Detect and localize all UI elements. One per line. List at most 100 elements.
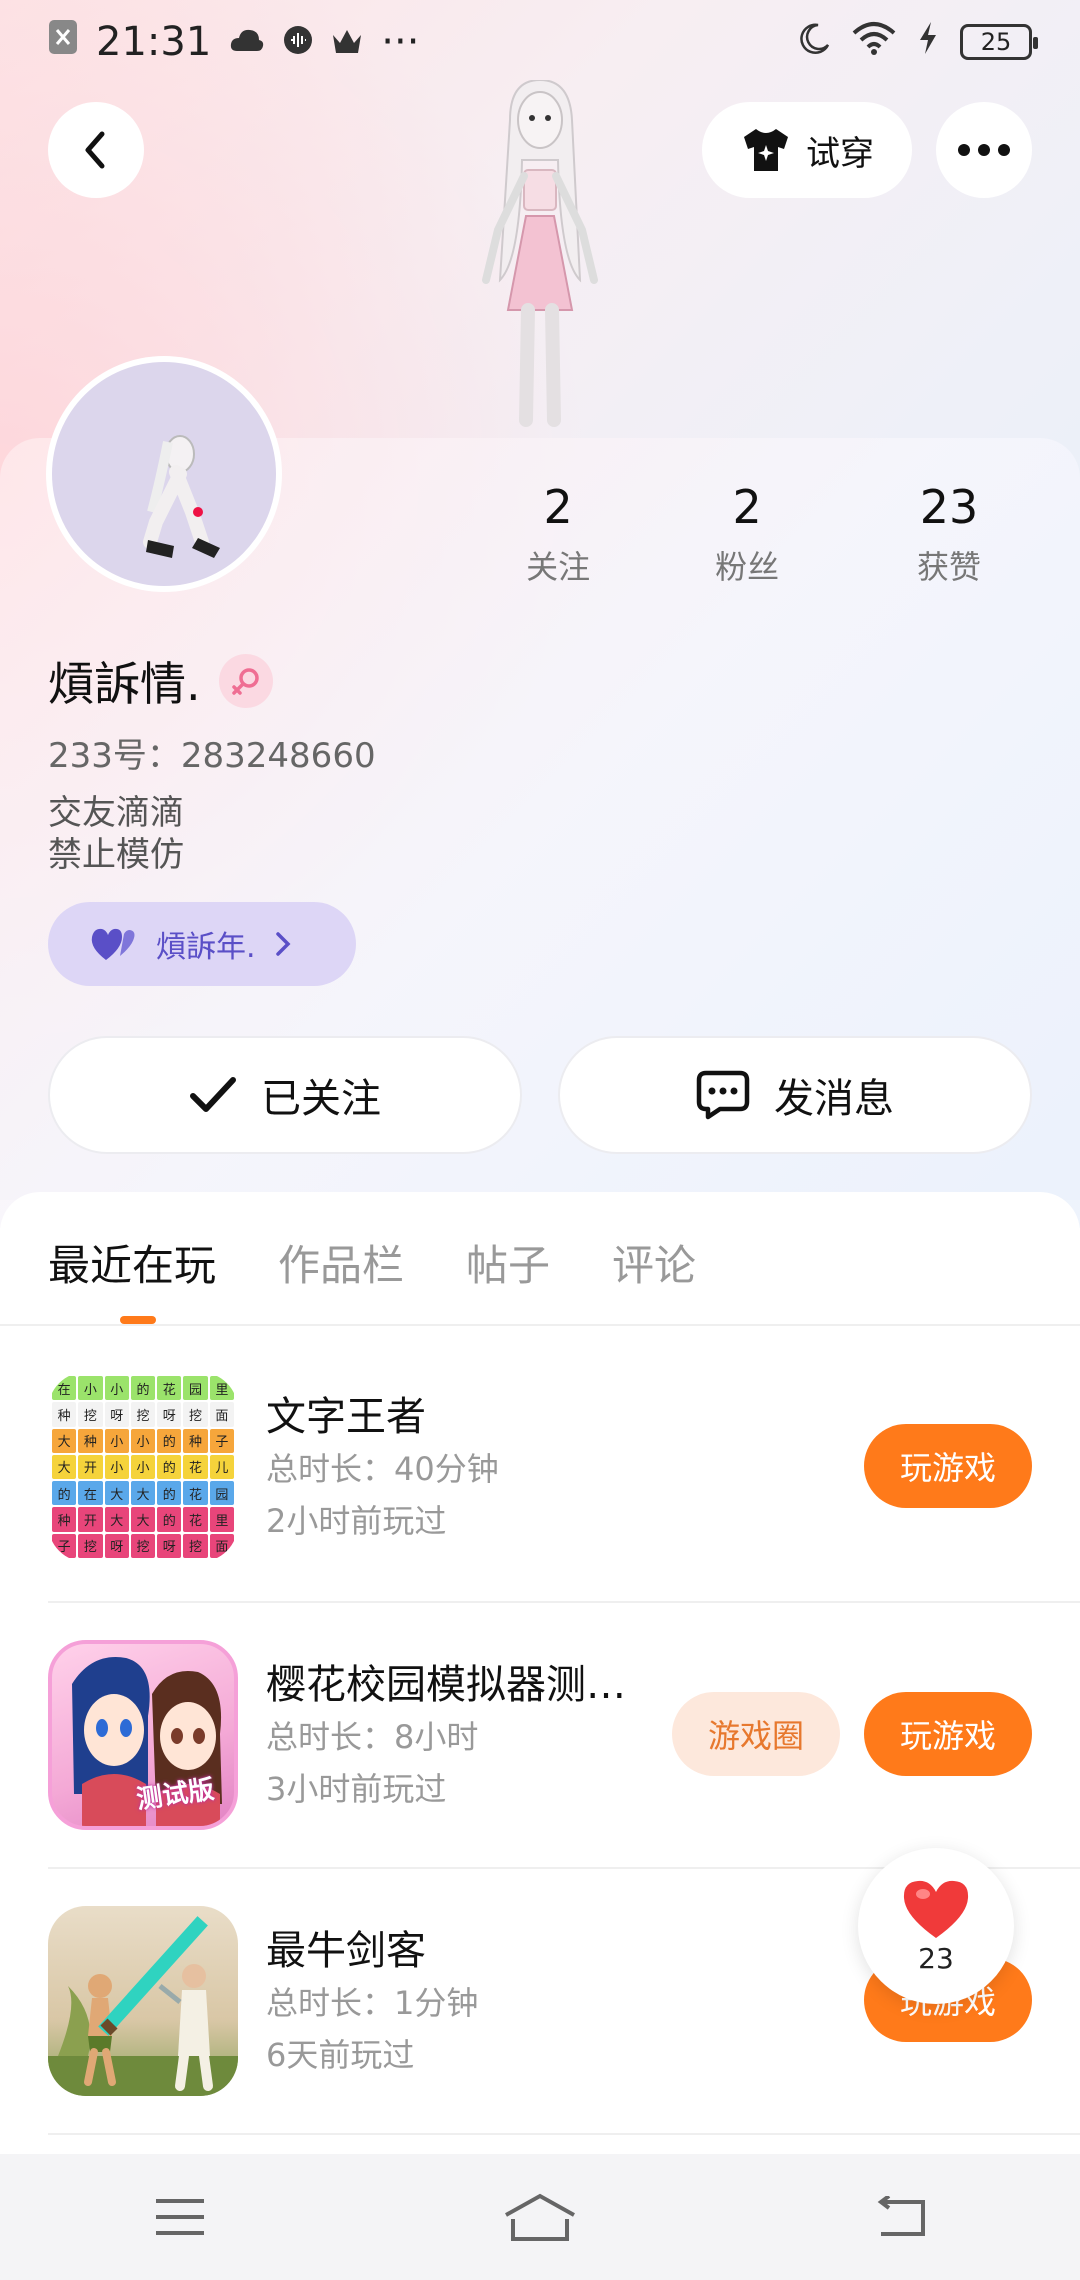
bio-line: 禁止模仿 xyxy=(48,835,184,875)
more-dots-icon xyxy=(958,144,1010,156)
word-grid-cell: 挖 xyxy=(78,1402,103,1427)
word-grid-cell: 呀 xyxy=(157,1533,182,1558)
game-title: 樱花校园模拟器测… xyxy=(266,1662,626,1708)
user-bio: 交友滴滴 禁止模仿 xyxy=(48,792,184,876)
stat-following-value: 2 xyxy=(543,480,573,534)
back-button[interactable] xyxy=(48,102,144,198)
game-list-item[interactable]: 在小小的花园里种挖呀挖呀挖面大种小小的种子大开小小的花儿的在大大的花园种开大大的… xyxy=(48,1372,1032,1572)
list-divider xyxy=(48,2133,1080,2135)
word-grid-cell: 大 xyxy=(52,1454,77,1480)
word-grid-cell: 呀 xyxy=(104,1402,129,1427)
word-grid-cell: 呀 xyxy=(104,1533,129,1558)
word-grid-cell: 在 xyxy=(78,1481,103,1506)
user-name: 熕訴情. xyxy=(48,657,201,711)
word-grid-cell: 的 xyxy=(130,1376,156,1401)
word-grid-cell: 小 xyxy=(130,1454,156,1480)
word-grid-cell: 园 xyxy=(183,1376,208,1401)
word-grid-cell: 的 xyxy=(157,1507,182,1532)
wifi-icon xyxy=(852,19,896,65)
word-grid-cell: 园 xyxy=(209,1481,234,1506)
more-options-button[interactable] xyxy=(936,102,1032,198)
partner-badge[interactable]: 熕訴年. xyxy=(48,902,356,986)
female-gender-icon xyxy=(218,654,273,708)
tab-recent-played[interactable]: 最近在玩 xyxy=(48,1232,216,1293)
play-game-button[interactable]: 玩游戏 xyxy=(864,1424,1032,1508)
send-message-button[interactable]: 发消息 xyxy=(558,1036,1032,1154)
stat-likes[interactable]: 23 获赞 xyxy=(848,480,1050,588)
word-grid-cell: 大 xyxy=(104,1481,129,1506)
word-grid-cell: 里 xyxy=(209,1507,234,1532)
stat-followers-label: 粉丝 xyxy=(715,548,780,586)
like-floating-button[interactable]: 23 xyxy=(858,1848,1014,2004)
word-grid-cell: 的 xyxy=(157,1428,182,1453)
try-on-label: 试穿 xyxy=(806,133,874,174)
word-grid-cell: 大 xyxy=(130,1507,156,1532)
tab-divider xyxy=(0,1324,1080,1326)
word-grid-cell: 的 xyxy=(157,1454,182,1480)
word-grid-cell: 种 xyxy=(78,1428,103,1453)
nav-home-button[interactable] xyxy=(480,2187,600,2247)
word-grid-cell: 的 xyxy=(157,1481,182,1506)
word-grid-cell: 儿 xyxy=(209,1454,234,1480)
word-grid-cell: 种 xyxy=(52,1402,77,1427)
game-duration: 总时长：8小时 xyxy=(266,1718,479,1756)
chevron-left-icon xyxy=(85,131,105,169)
chevron-right-icon xyxy=(275,932,291,956)
profile-stats: 2 关注 2 粉丝 23 获赞 xyxy=(470,480,1050,588)
word-grid-cell: 花 xyxy=(183,1454,208,1480)
user-id: 233号：283248660 xyxy=(48,736,376,776)
game-last-played: 2小时前玩过 xyxy=(266,1502,447,1540)
game-last-played: 3小时前玩过 xyxy=(266,1770,447,1808)
nav-menu-button[interactable] xyxy=(120,2187,240,2247)
word-grid-cell: 花 xyxy=(157,1376,182,1401)
game-title: 文字王者 xyxy=(266,1394,426,1440)
word-grid-cell: 面 xyxy=(209,1402,234,1427)
tab-bar: 最近在玩 作品栏 帖子 评论 xyxy=(48,1232,696,1293)
tab-posts[interactable]: 帖子 xyxy=(466,1232,550,1293)
game-icon-word-king[interactable]: 在小小的花园里种挖呀挖呀挖面大种小小的种子大开小小的花儿的在大大的花园种开大大的… xyxy=(48,1372,238,1562)
nav-back-button[interactable] xyxy=(840,2187,960,2247)
like-count: 23 xyxy=(918,1941,954,1975)
word-grid-cell: 开 xyxy=(78,1454,103,1480)
game-icon-sakura-school[interactable]: 测试版 xyxy=(48,1640,238,1830)
status-time: 21:31 xyxy=(96,19,212,65)
try-on-button[interactable]: 试穿 xyxy=(702,102,912,198)
word-grid-cell: 的 xyxy=(52,1481,77,1506)
word-grid-cell: 挖 xyxy=(183,1533,208,1558)
tab-works[interactable]: 作品栏 xyxy=(278,1232,404,1293)
home-icon xyxy=(505,2193,575,2241)
stat-following[interactable]: 2 关注 xyxy=(470,480,646,588)
word-grid-cell: 挖 xyxy=(78,1533,103,1558)
play-game-button[interactable]: 玩游戏 xyxy=(864,1692,1032,1776)
followed-label: 已关注 xyxy=(261,1076,381,1122)
back-arrow-icon xyxy=(877,2196,925,2236)
message-label: 发消息 xyxy=(774,1076,894,1122)
word-grid-cell: 挖 xyxy=(130,1402,156,1427)
charging-icon xyxy=(918,19,938,65)
word-grid-cell: 在 xyxy=(52,1376,77,1401)
notification-icon xyxy=(48,19,78,65)
double-heart-icon xyxy=(91,928,135,960)
tab-comments[interactable]: 评论 xyxy=(612,1232,696,1293)
game-circle-button[interactable]: 游戏圈 xyxy=(672,1692,840,1776)
word-grid-cell: 呀 xyxy=(157,1402,182,1427)
list-divider xyxy=(48,1601,1080,1603)
word-grid-cell: 大 xyxy=(104,1507,129,1532)
avatar[interactable] xyxy=(46,356,282,592)
stat-following-label: 关注 xyxy=(526,548,591,586)
word-grid-cell: 花 xyxy=(183,1481,208,1506)
game-icon-best-swordsman[interactable] xyxy=(48,1906,238,2096)
crown-icon xyxy=(331,19,363,65)
followed-button[interactable]: 已关注 xyxy=(48,1036,522,1154)
character-avatar-3d[interactable] xyxy=(440,78,640,440)
word-grid-cell: 小 xyxy=(104,1454,129,1480)
cloud-icon xyxy=(229,19,265,65)
word-grid-cell: 挖 xyxy=(183,1402,208,1427)
chat-bubble-icon xyxy=(696,1070,750,1120)
shirt-icon xyxy=(744,129,788,171)
stat-followers[interactable]: 2 粉丝 xyxy=(646,480,848,588)
game-list-item[interactable]: 测试版 樱花校园模拟器测… 总时长：8小时 3小时前玩过 游戏圈 玩游戏 xyxy=(48,1640,1032,1840)
game-duration: 总时长：1分钟 xyxy=(266,1984,479,2022)
word-grid-cell: 面 xyxy=(209,1533,234,1558)
partner-name: 熕訴年. xyxy=(156,930,256,965)
